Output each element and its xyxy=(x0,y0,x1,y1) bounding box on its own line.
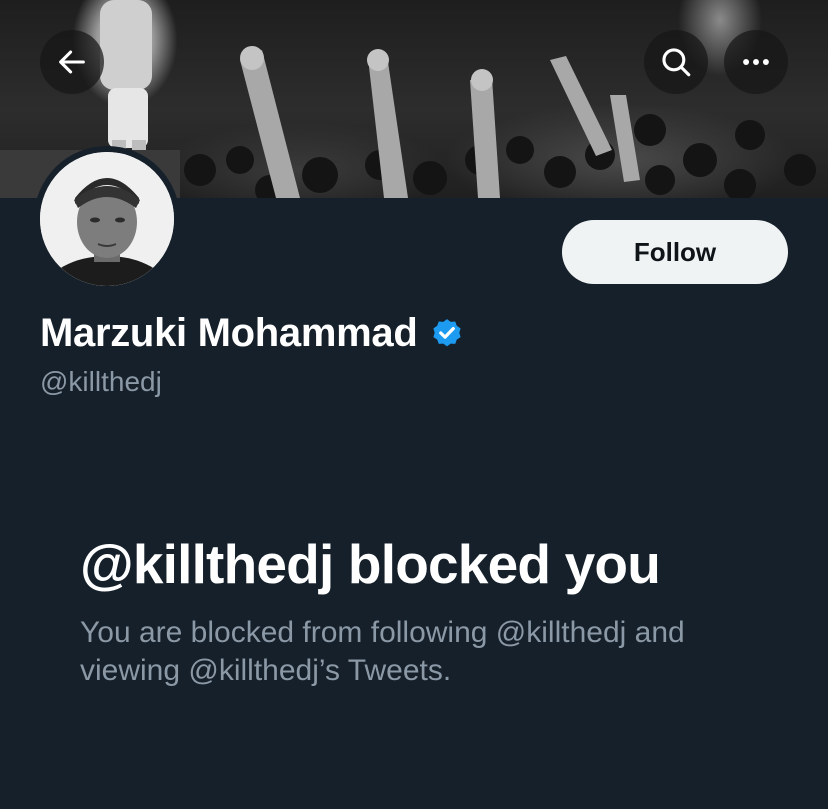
profile-name-row: Marzuki Mohammad xyxy=(40,308,464,358)
more-button[interactable] xyxy=(724,30,788,94)
avatar-image xyxy=(40,152,174,286)
search-button[interactable] xyxy=(644,30,708,94)
follow-button[interactable]: Follow xyxy=(562,220,788,284)
back-button[interactable] xyxy=(40,30,104,94)
display-name: Marzuki Mohammad xyxy=(40,310,418,355)
more-horizontal-icon xyxy=(743,59,769,65)
arrow-left-icon xyxy=(59,50,85,74)
avatar[interactable] xyxy=(34,146,180,292)
blocked-description: You are blocked from following @killthed… xyxy=(80,616,685,687)
search-icon xyxy=(662,48,691,77)
verified-badge-icon[interactable] xyxy=(430,317,464,351)
profile-handle: @killthedj xyxy=(40,366,162,397)
blocked-title: @killthedj blocked you xyxy=(80,533,661,595)
